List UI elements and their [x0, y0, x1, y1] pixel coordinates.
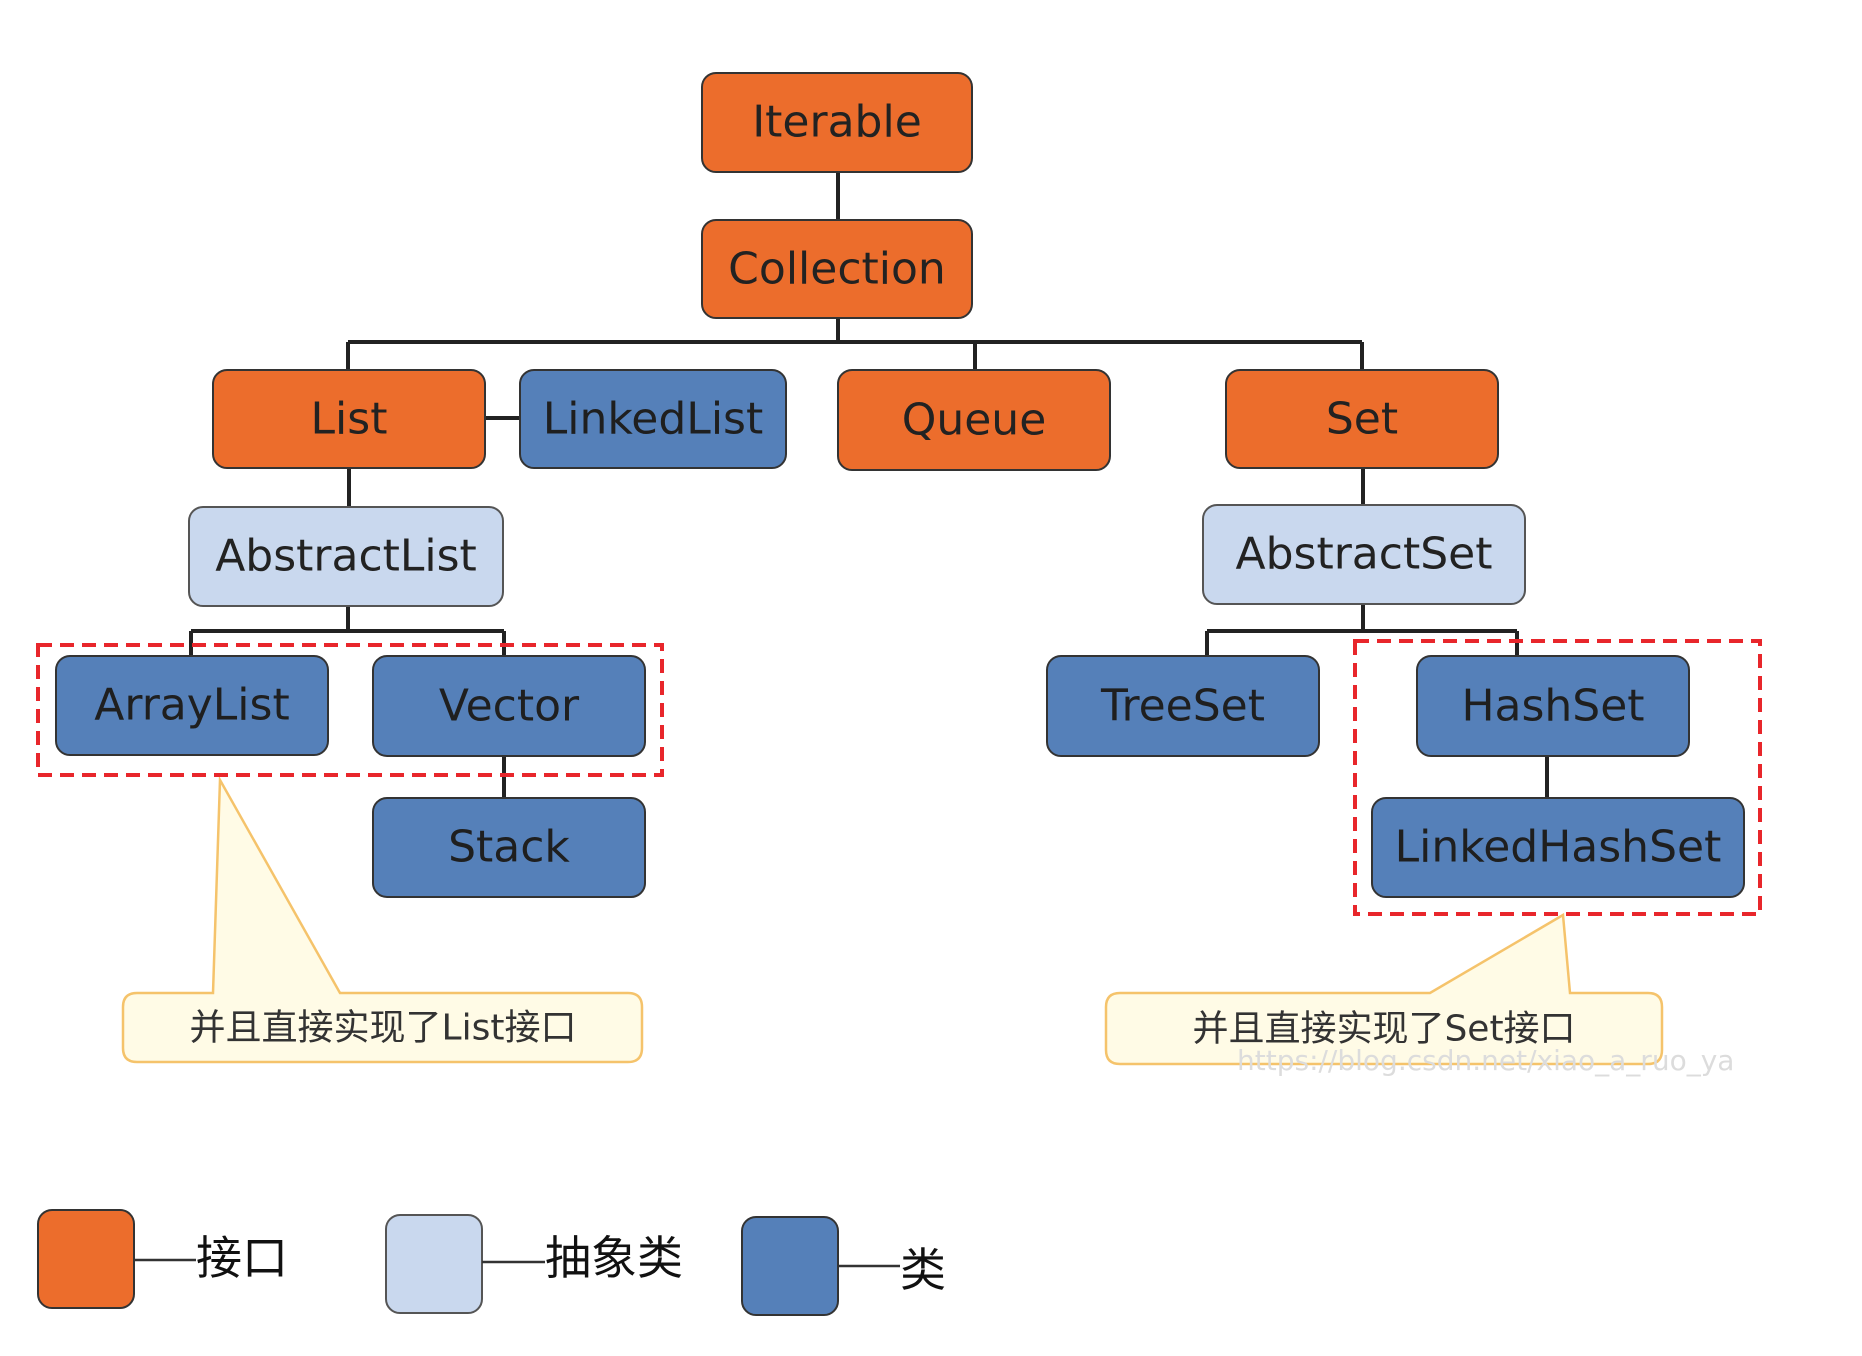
node-arraylist-label: ArrayList	[94, 680, 289, 731]
legend-class: 类	[741, 1216, 946, 1316]
node-collection-label: Collection	[728, 244, 946, 295]
legend-class-swatch	[741, 1216, 839, 1316]
node-linkedhashset-label: LinkedHashSet	[1395, 822, 1722, 873]
node-abstractlist-label: AbstractList	[215, 531, 477, 582]
node-list-label: List	[311, 394, 388, 445]
legend-interface-swatch	[37, 1209, 135, 1309]
watermark: https://blog.csdn.net/xiao_a_ruo_ya	[1237, 1044, 1734, 1077]
class-hierarchy-diagram: 并且直接实现了List接口 并且直接实现了Set接口 Iterable Coll…	[0, 0, 1862, 1352]
node-iterable: Iterable	[701, 72, 973, 173]
node-treeset-label: TreeSet	[1100, 681, 1265, 732]
node-abstractlist: AbstractList	[188, 506, 504, 607]
list-callout-text: 并且直接实现了List接口	[190, 1008, 577, 1049]
legend-abstract-swatch	[385, 1214, 483, 1314]
node-arraylist: ArrayList	[55, 655, 329, 756]
node-queue-label: Queue	[902, 395, 1047, 446]
node-stack-label: Stack	[448, 822, 570, 873]
node-set-label: Set	[1326, 394, 1398, 445]
node-hashset: HashSet	[1416, 655, 1690, 757]
node-vector-label: Vector	[439, 681, 580, 732]
legend-class-label: 类	[900, 1243, 946, 1297]
node-abstractset: AbstractSet	[1202, 504, 1526, 605]
node-list: List	[212, 369, 486, 469]
node-linkedlist: LinkedList	[519, 369, 787, 469]
node-set: Set	[1225, 369, 1499, 469]
node-treeset: TreeSet	[1046, 655, 1320, 757]
legend-interface: 接口	[37, 1209, 288, 1309]
node-vector: Vector	[372, 655, 646, 757]
legend-interface-label: 接口	[196, 1231, 288, 1285]
node-hashset-label: HashSet	[1461, 681, 1644, 732]
node-queue: Queue	[837, 369, 1111, 471]
legend-abstract-label: 抽象类	[545, 1231, 683, 1285]
node-abstractset-label: AbstractSet	[1236, 529, 1493, 580]
legend-abstract: 抽象类	[385, 1214, 683, 1314]
node-linkedlist-label: LinkedList	[543, 394, 763, 445]
node-iterable-label: Iterable	[752, 97, 922, 148]
node-linkedhashset: LinkedHashSet	[1371, 797, 1745, 898]
node-stack: Stack	[372, 797, 646, 898]
node-collection: Collection	[701, 219, 973, 319]
